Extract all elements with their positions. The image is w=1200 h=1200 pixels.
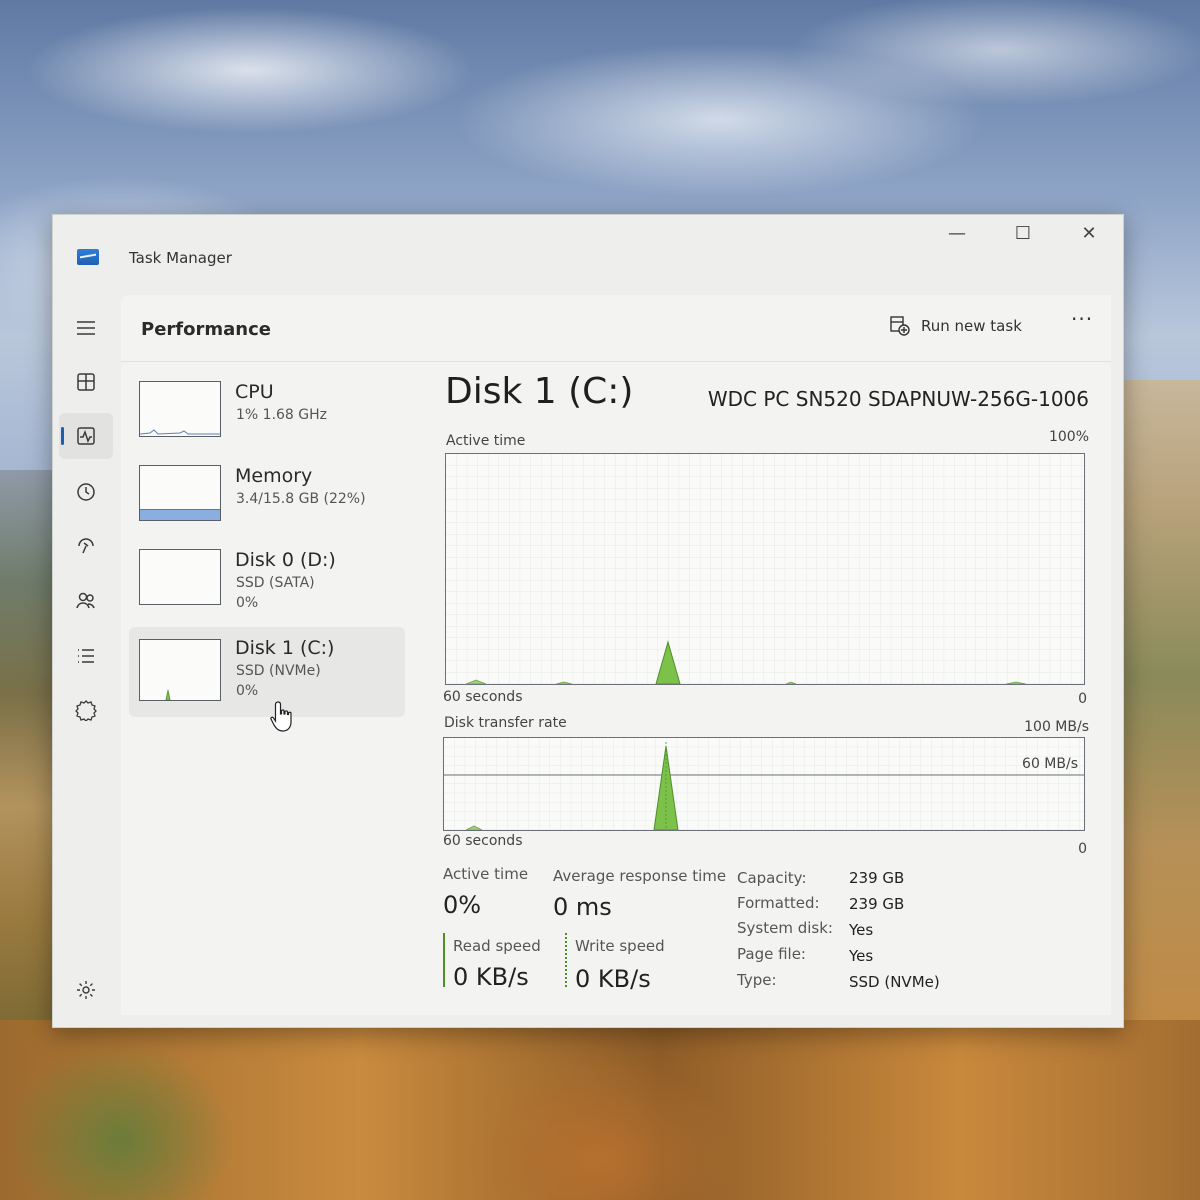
- device-detail: 1% 1.68 GHz: [236, 407, 328, 423]
- performance-icon[interactable]: [59, 413, 113, 459]
- sidebar: [53, 285, 119, 1027]
- minimize-button[interactable]: —: [937, 219, 977, 249]
- read-speed-value: 0 KB/s: [453, 963, 529, 991]
- active-time-graph-label: Active time: [446, 433, 526, 449]
- transfer-rate-graph-min: 0: [1078, 841, 1087, 857]
- run-new-task-button[interactable]: Run new task: [889, 311, 1022, 341]
- window-title: Task Manager: [129, 249, 232, 267]
- app-history-icon[interactable]: [59, 469, 113, 515]
- capacity-key: Capacity:: [737, 869, 807, 887]
- active-time-label: Active time: [443, 865, 529, 883]
- device-detail: SSD (NVMe): [236, 663, 321, 679]
- disk-detail-panel: Disk 1 (C:) WDC PC SN520 SDAPNUW-256G-10…: [443, 371, 1091, 1011]
- active-time-graph-max: 100%: [1048, 429, 1089, 445]
- disk-model: WDC PC SN520 SDAPNUW-256G-1006: [707, 387, 1089, 411]
- transfer-rate-guide-line-label: 60 MB/s: [1022, 756, 1078, 772]
- device-usage: 0%: [236, 595, 259, 611]
- disk1-thumbnail: [139, 639, 221, 701]
- capacity-value: 239 GB: [849, 869, 905, 887]
- type-key: Type:: [737, 971, 777, 989]
- device-name: Disk 1 (C:): [235, 637, 335, 659]
- avg-response-time-value: 0 ms: [553, 893, 612, 921]
- close-button[interactable]: ✕: [1069, 219, 1109, 249]
- task-manager-window: Task Manager — ☐ ✕ Performance Run new t…: [52, 214, 1124, 1028]
- formatted-value: 239 GB: [849, 895, 905, 913]
- hamburger-menu-icon[interactable]: [59, 305, 113, 351]
- desktop-landscape-left: [0, 470, 56, 1030]
- disk0-thumbnail: [139, 549, 221, 605]
- device-usage: 0%: [236, 683, 259, 699]
- write-speed-value: 0 KB/s: [575, 965, 651, 993]
- task-manager-icon: [77, 249, 99, 265]
- device-memory[interactable]: Memory 3.4/15.8 GB (22%): [129, 459, 405, 541]
- active-time-graph: [445, 453, 1085, 685]
- more-options-button[interactable]: ···: [1071, 307, 1093, 331]
- active-time-graph-duration: 60 seconds: [443, 689, 523, 705]
- settings-gear-icon[interactable]: [59, 967, 113, 1013]
- memory-thumbnail: [139, 465, 221, 521]
- device-name: Memory: [235, 465, 313, 487]
- device-name: CPU: [235, 381, 274, 403]
- device-detail: SSD (SATA): [236, 575, 315, 591]
- formatted-key: Formatted:: [737, 894, 820, 912]
- page-header: Performance Run new task ···: [121, 295, 1111, 362]
- transfer-rate-graph-duration: 60 seconds: [443, 833, 523, 849]
- write-speed-legend-line: [565, 933, 567, 987]
- disk-title: Disk 1 (C:): [445, 371, 634, 412]
- title-bar[interactable]: Task Manager — ☐ ✕: [53, 215, 1123, 285]
- device-disk-0[interactable]: Disk 0 (D:) SSD (SATA) 0%: [129, 543, 405, 625]
- active-time-graph-min: 0: [1078, 691, 1087, 707]
- device-name: Disk 0 (D:): [235, 549, 336, 571]
- page-title: Performance: [141, 319, 271, 340]
- details-icon[interactable]: [59, 633, 113, 679]
- device-cpu[interactable]: CPU 1% 1.68 GHz: [129, 375, 405, 457]
- write-speed-label: Write speed: [575, 937, 665, 955]
- processes-icon[interactable]: [59, 359, 113, 405]
- memory-usage-fill: [140, 509, 220, 520]
- hand-pointer-cursor-icon: [270, 701, 292, 732]
- run-task-icon: [890, 316, 910, 336]
- desktop-town-right: [1120, 380, 1200, 1040]
- maximize-button[interactable]: ☐: [1003, 219, 1043, 249]
- services-icon[interactable]: [59, 687, 113, 733]
- users-icon[interactable]: [59, 577, 113, 623]
- device-detail: 3.4/15.8 GB (22%): [236, 491, 366, 507]
- desktop-cliff: [0, 1020, 1200, 1200]
- run-new-task-label: Run new task: [921, 317, 1022, 335]
- read-speed-label: Read speed: [453, 937, 541, 955]
- avg-response-time-label: Average response time: [553, 867, 727, 885]
- transfer-rate-graph-label: Disk transfer rate: [444, 715, 567, 731]
- read-speed-legend-line: [443, 933, 445, 987]
- system-disk-value: Yes: [849, 921, 874, 939]
- content-pane: Performance Run new task ··· CPU 1% 1.68…: [121, 295, 1111, 1015]
- type-value: SSD (NVMe): [849, 973, 940, 991]
- device-disk-1[interactable]: Disk 1 (C:) SSD (NVMe) 0%: [129, 627, 405, 717]
- transfer-rate-graph-max: 100 MB/s: [1024, 719, 1089, 735]
- transfer-rate-graph: 60 MB/s: [443, 737, 1085, 831]
- startup-apps-icon[interactable]: [59, 523, 113, 569]
- active-time-value: 0%: [443, 891, 482, 919]
- cpu-thumbnail: [139, 381, 221, 437]
- page-file-key: Page file:: [737, 945, 806, 963]
- page-file-value: Yes: [849, 947, 874, 965]
- system-disk-key: System disk:: [737, 919, 833, 937]
